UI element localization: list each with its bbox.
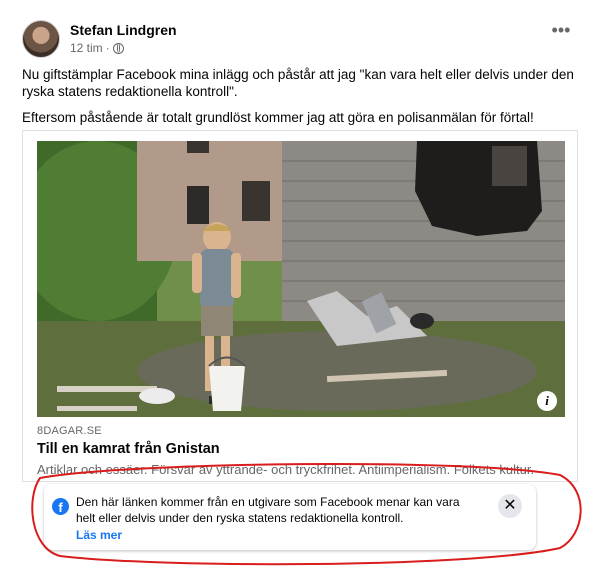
- link-title[interactable]: Till en kamrat från Gnistan: [37, 441, 565, 457]
- preview-photo-illustration: [37, 141, 565, 417]
- notice-text: Den här länken kommer från en utgivare s…: [76, 495, 460, 525]
- meta-separator: ·: [105, 41, 110, 55]
- notice-text-block: Den här länken kommer från en utgivare s…: [76, 494, 481, 543]
- post-text: Nu giftstämplar Facebook mina inlägg och…: [22, 66, 577, 135]
- facebook-icon: f: [52, 498, 69, 515]
- link-info[interactable]: 8DAGAR.SE Till en kamrat från Gnistan Ar…: [37, 425, 565, 477]
- link-preview[interactable]: i 8DAGAR.SE Till en kamrat från Gnistan …: [22, 130, 578, 482]
- author-name[interactable]: Stefan Lindgren: [70, 22, 177, 38]
- post-time[interactable]: 12 tim: [70, 41, 103, 55]
- avatar[interactable]: [22, 20, 60, 58]
- link-domain: 8DAGAR.SE: [37, 425, 102, 437]
- post-header: Stefan Lindgren 12 tim · •••: [22, 18, 577, 64]
- link-description: Artiklar och essäer. Försvar av yttrande…: [37, 462, 535, 477]
- close-icon[interactable]: ✕: [498, 494, 522, 518]
- post-paragraph-2: Eftersom påstående är totalt grundlöst k…: [22, 110, 534, 125]
- more-options-icon[interactable]: •••: [547, 20, 575, 48]
- post-meta: 12 tim ·: [70, 41, 124, 55]
- globe-icon[interactable]: [112, 42, 124, 54]
- link-preview-image[interactable]: i: [37, 141, 565, 417]
- state-media-notice: f Den här länken kommer från en utgivare…: [44, 484, 536, 550]
- post-paragraph-1: Nu giftstämplar Facebook mina inlägg och…: [22, 67, 574, 99]
- read-more-link[interactable]: Läs mer: [76, 527, 481, 543]
- info-icon[interactable]: i: [537, 391, 557, 411]
